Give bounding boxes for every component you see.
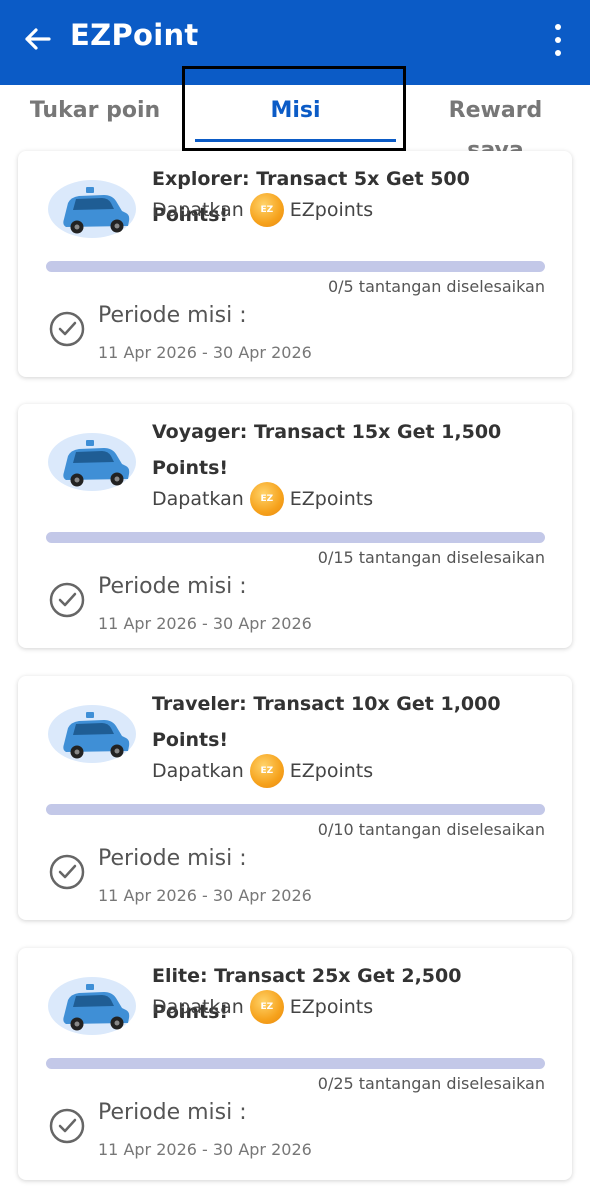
back-button[interactable] <box>20 22 54 56</box>
period-dates: 11 Apr 2026 - 30 Apr 2026 <box>98 886 312 905</box>
period-dates: 11 Apr 2026 - 30 Apr 2026 <box>98 614 312 633</box>
more-vertical-icon <box>555 24 561 30</box>
clock-icon <box>49 311 85 347</box>
mission-title-line: Points! <box>152 457 229 479</box>
clock-icon <box>49 1108 85 1144</box>
period-dates: 11 Apr 2026 - 30 Apr 2026 <box>98 1140 312 1159</box>
mission-title: Voyager: Transact 15x Get 1,500 Points! <box>152 414 542 486</box>
progress-text: 0/25 tantangan diselesaikan <box>317 1074 545 1093</box>
reward-suffix: EZpoints <box>289 996 374 1018</box>
mission-card[interactable]: Traveler: Transact 10x Get 1,000 Points! D… <box>18 676 572 920</box>
clock-icon <box>49 582 85 618</box>
ezpoint-coin-icon: EZ <box>249 193 284 227</box>
reward-row: Dapatkan EZ EZpoints <box>152 754 373 788</box>
reward-row: Dapatkan EZ EZpoints <box>152 990 373 1024</box>
tab-misi[interactable]: Misi <box>195 91 396 131</box>
progress-text: 0/15 tantangan diselesaikan <box>317 548 545 567</box>
progress-bar <box>46 261 545 272</box>
reward-suffix: EZpoints <box>289 760 374 782</box>
reward-prefix: Dapatkan <box>152 760 244 782</box>
car-icon <box>48 705 136 763</box>
active-tab-indicator <box>195 139 396 142</box>
progress-text: 0/10 tantangan diselesaikan <box>317 820 545 839</box>
period-label: Periode misi : <box>98 574 247 599</box>
car-icon <box>48 180 136 238</box>
arrow-left-icon <box>25 28 51 50</box>
progress-bar <box>46 1058 545 1069</box>
clock-icon <box>49 854 85 890</box>
more-options-button[interactable] <box>548 24 568 56</box>
reward-suffix: EZpoints <box>289 199 374 221</box>
reward-prefix: Dapatkan <box>152 488 244 510</box>
reward-suffix: EZpoints <box>289 488 374 510</box>
progress-text: 0/5 tantangan diselesaikan <box>327 277 545 296</box>
tab-tukar-poin[interactable]: Tukar poin <box>20 91 170 131</box>
reward-row: Dapatkan EZ EZpoints <box>152 482 373 516</box>
ezpoint-coin-icon: EZ <box>249 754 284 788</box>
mission-card[interactable]: Explorer: Transact 5x Get 500 Points! Dap… <box>18 151 572 377</box>
progress-bar <box>46 804 545 815</box>
app-bar: EZPoint <box>0 0 590 85</box>
reward-prefix: Dapatkan <box>152 199 244 221</box>
period-label: Periode misi : <box>98 303 247 328</box>
mission-title-line: Points! <box>152 729 229 751</box>
mission-card[interactable]: Voyager: Transact 15x Get 1,500 Points! Da… <box>18 404 572 648</box>
mission-card[interactable]: Elite: Transact 25x Get 2,500 Points! Dap… <box>18 948 572 1180</box>
car-icon <box>48 977 136 1035</box>
progress-bar <box>46 532 545 543</box>
mission-title-line: Voyager: Transact 15x Get 1,500 <box>152 421 502 443</box>
period-dates: 11 Apr 2026 - 30 Apr 2026 <box>98 343 312 362</box>
period-label: Periode misi : <box>98 1100 247 1125</box>
tab-reward-saya[interactable]: Reward saya <box>418 91 573 163</box>
ezpoint-coin-icon: EZ <box>249 482 284 516</box>
car-icon <box>48 433 136 491</box>
mission-title: Traveler: Transact 10x Get 1,000 Points! <box>152 686 542 758</box>
reward-row: Dapatkan EZ EZpoints <box>152 193 373 227</box>
ezpoint-coin-icon: EZ <box>249 990 284 1024</box>
mission-title-line: Traveler: Transact 10x Get 1,000 <box>152 693 501 715</box>
reward-prefix: Dapatkan <box>152 996 244 1018</box>
period-label: Periode misi : <box>98 846 247 871</box>
page-title: EZPoint <box>70 18 199 52</box>
